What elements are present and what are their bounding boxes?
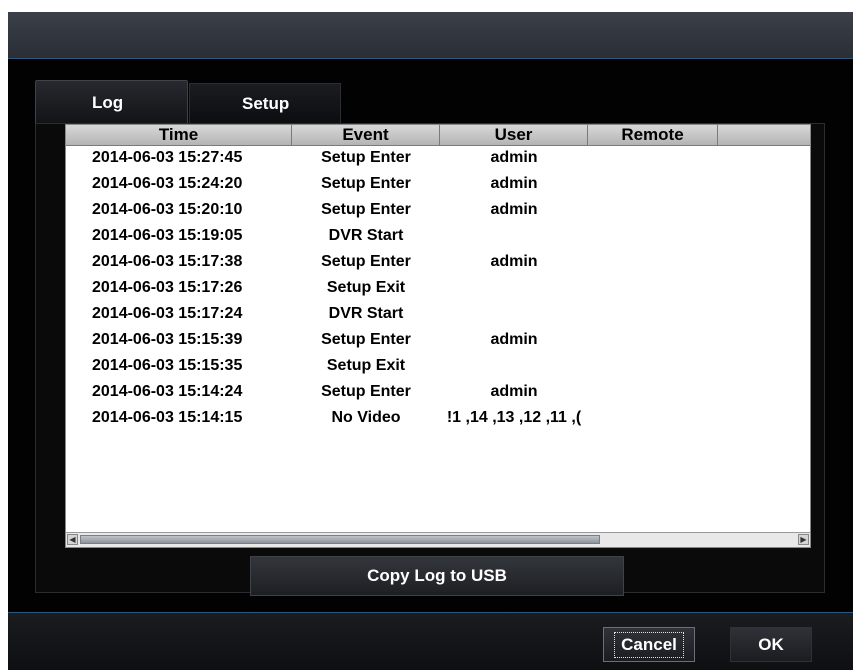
cell-event: Setup Enter <box>321 383 411 400</box>
column-header-time[interactable]: Time <box>66 125 292 145</box>
ok-button[interactable]: OK <box>730 627 812 662</box>
table-row[interactable]: 2014-06-03 15:17:24 DVR Start <box>66 301 810 327</box>
cell-user: admin <box>490 201 538 218</box>
table-row[interactable]: 2014-06-03 15:19:05 DVR Start <box>66 223 810 249</box>
cell-remote <box>588 197 718 223</box>
cell-user <box>440 301 588 327</box>
column-header-user[interactable]: User <box>440 125 588 145</box>
cell-time: 2014-06-03 15:14:24 <box>92 383 243 400</box>
scroll-right-arrow-icon[interactable]: ▶ <box>798 534 809 545</box>
cell-time: 2014-06-03 15:20:10 <box>92 201 243 218</box>
cell-user <box>440 275 588 301</box>
cell-time: 2014-06-03 15:19:05 <box>92 227 243 244</box>
log-dialog: Log Setup Time Event User Remote 2014-06… <box>8 12 853 670</box>
table-row[interactable]: 2014-06-03 15:17:38 Setup Enter admin <box>66 249 810 275</box>
cell-time: 2014-06-03 15:17:26 <box>92 279 243 296</box>
scrollbar-thumb[interactable] <box>80 535 600 544</box>
cancel-button[interactable]: Cancel <box>603 627 695 662</box>
cell-remote <box>588 405 718 431</box>
cell-remote <box>588 353 718 379</box>
table-row[interactable]: 2014-06-03 15:14:15 No Video ), 11, 12, 13… <box>66 405 810 431</box>
cell-event: Setup Enter <box>321 253 411 270</box>
log-rows: 2014-06-03 15:27:45 Setup Enter admin 2014-… <box>66 145 810 431</box>
table-row[interactable]: 2014-06-03 15:14:24 Setup Enter admin <box>66 379 810 405</box>
cell-user: admin <box>490 383 538 400</box>
cell-user: admin <box>490 253 538 270</box>
cell-event: Setup Exit <box>326 279 406 296</box>
column-header-remote[interactable]: Remote <box>588 125 718 145</box>
cell-remote <box>588 301 718 327</box>
title-bar <box>8 12 853 59</box>
log-list[interactable]: Time Event User Remote 2014-06-03 15:27:… <box>65 124 811 548</box>
cell-event: Setup Enter <box>321 331 411 348</box>
dialog-footer: Cancel OK <box>8 612 853 670</box>
cell-remote <box>588 171 718 197</box>
cell-remote <box>588 327 718 353</box>
cell-time: 2014-06-03 15:17:38 <box>92 253 243 270</box>
cell-time: 2014-06-03 15:15:39 <box>92 331 243 348</box>
log-table-header: Time Event User Remote <box>66 125 810 146</box>
cell-user: ), 11, 12, 13, 14, 1! <box>446 409 582 426</box>
table-row[interactable]: 2014-06-03 15:20:10 Setup Enter admin <box>66 197 810 223</box>
tab-log[interactable]: Log <box>35 80 188 124</box>
cell-time: 2014-06-03 15:17:24 <box>92 305 243 322</box>
table-row[interactable]: 2014-06-03 15:15:35 Setup Exit <box>66 353 810 379</box>
cell-remote <box>588 249 718 275</box>
table-row[interactable]: 2014-06-03 15:27:45 Setup Enter admin <box>66 145 810 171</box>
cell-remote <box>588 275 718 301</box>
cell-time: 2014-06-03 15:24:20 <box>92 175 243 192</box>
cell-time: 2014-06-03 15:14:15 <box>92 409 243 426</box>
cell-time: 2014-06-03 15:15:35 <box>92 357 243 374</box>
cell-event: Setup Exit <box>326 357 406 374</box>
horizontal-scrollbar[interactable]: ◀ ▶ <box>66 532 810 547</box>
cell-event: Setup Enter <box>321 175 411 192</box>
cell-remote <box>588 379 718 405</box>
tab-setup[interactable]: Setup <box>189 83 341 124</box>
column-header-event[interactable]: Event <box>292 125 440 145</box>
scroll-left-arrow-icon[interactable]: ◀ <box>67 534 78 545</box>
cancel-button-label: Cancel <box>614 631 684 658</box>
cell-time: 2014-06-03 15:27:45 <box>92 149 243 166</box>
cell-event: Setup Enter <box>321 201 411 218</box>
copy-log-to-usb-button[interactable]: Copy Log to USB <box>250 556 624 596</box>
table-row[interactable]: 2014-06-03 15:24:20 Setup Enter admin <box>66 171 810 197</box>
cell-user: admin <box>490 175 538 192</box>
table-row[interactable]: 2014-06-03 15:17:26 Setup Exit <box>66 275 810 301</box>
table-row[interactable]: 2014-06-03 15:15:39 Setup Enter admin <box>66 327 810 353</box>
cell-event: Setup Enter <box>321 149 411 166</box>
cell-event: No Video <box>331 409 401 426</box>
cell-remote <box>588 223 718 249</box>
cell-remote <box>588 145 718 171</box>
cell-user: admin <box>490 149 538 166</box>
cell-event: DVR Start <box>328 227 404 244</box>
cell-user: admin <box>490 331 538 348</box>
cell-user <box>440 223 588 249</box>
cell-event: DVR Start <box>328 305 404 322</box>
cell-user <box>440 353 588 379</box>
